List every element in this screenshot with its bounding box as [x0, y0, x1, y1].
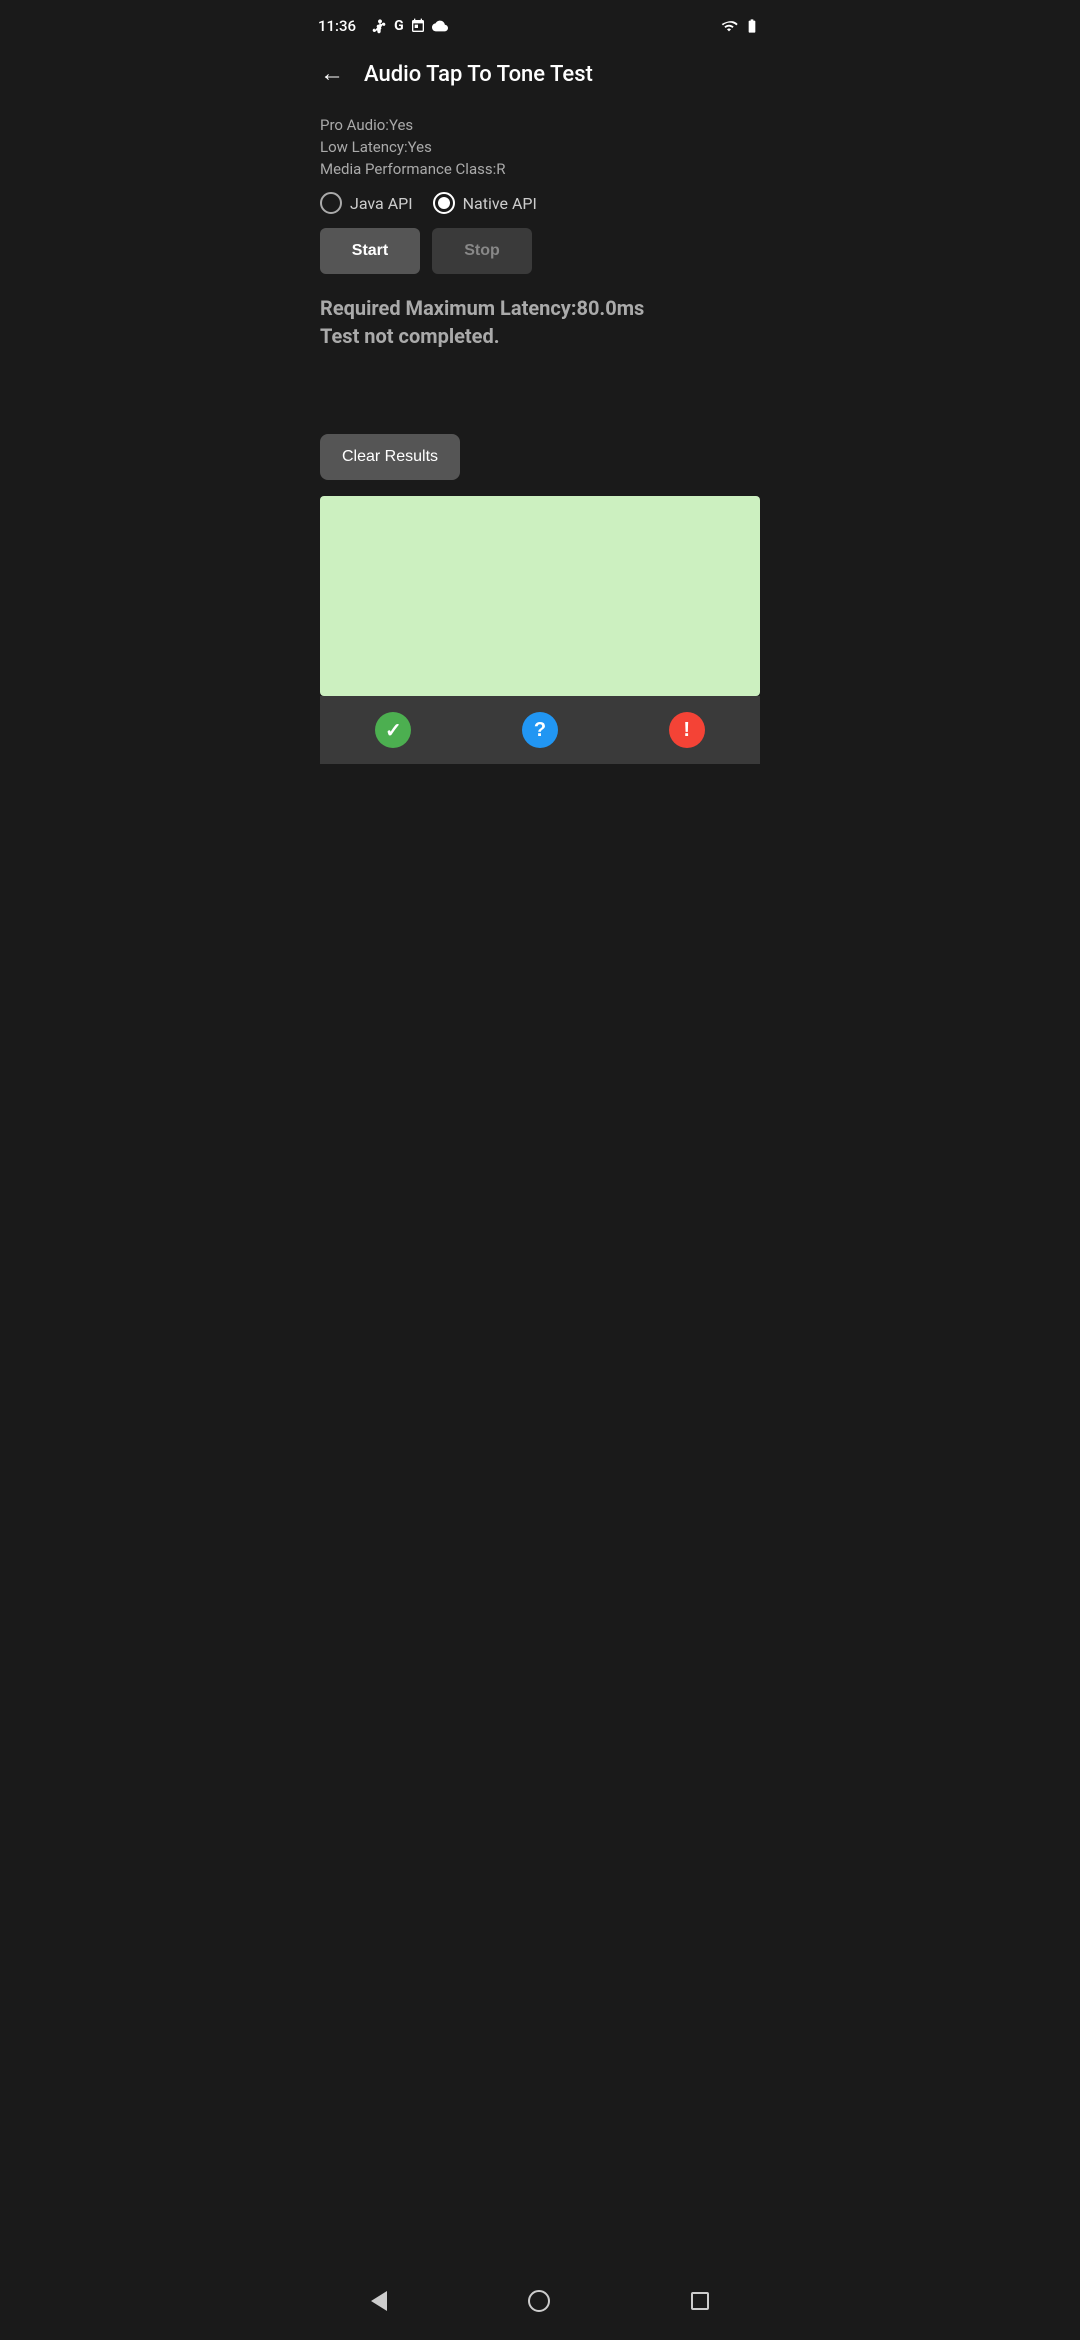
spacer [320, 374, 760, 434]
start-button[interactable]: Start [320, 228, 420, 274]
status-icons-right [720, 18, 762, 34]
action-buttons-row: Start Stop [320, 228, 760, 274]
native-api-label: Native API [463, 194, 537, 213]
result-text: Required Maximum Latency:80.0ms Test not… [320, 294, 760, 350]
media-perf-label: Media Performance Class:R [320, 160, 760, 178]
info-icon: ? [522, 712, 558, 748]
java-api-radio[interactable] [320, 192, 342, 214]
nav-recents-button[interactable] [671, 2284, 729, 2318]
warning-icon: ! [669, 712, 705, 748]
cloud-icon [432, 18, 448, 34]
api-radio-group: Java API Native API [320, 192, 760, 214]
low-latency-label: Low Latency:Yes [320, 138, 760, 156]
content-area: Pro Audio:Yes Low Latency:Yes Media Perf… [300, 108, 780, 2270]
exclamation-icon: ! [683, 719, 690, 742]
nav-back-button[interactable] [351, 2283, 407, 2319]
pass-icon: ✓ [375, 712, 411, 748]
fan-icon [372, 18, 388, 34]
nav-recents-icon [691, 2292, 709, 2310]
checkmark-icon: ✓ [385, 718, 402, 743]
nav-home-button[interactable] [508, 2282, 570, 2320]
question-icon: ? [534, 719, 546, 742]
google-icon: G [394, 18, 404, 34]
pass-button[interactable]: ✓ [320, 696, 467, 764]
page-title: Audio Tap To Tone Test [364, 62, 593, 87]
status-bar: 11:36 G [300, 0, 780, 48]
battery-icon [742, 18, 762, 34]
toolbar: ← Audio Tap To Tone Test [300, 48, 780, 108]
pro-audio-label: Pro Audio:Yes [320, 116, 760, 134]
wifi-icon [720, 18, 738, 34]
calendar-icon [410, 18, 426, 34]
status-time: 11:36 [318, 17, 356, 35]
result-line2: Test not completed. [320, 322, 760, 350]
nav-home-icon [528, 2290, 550, 2312]
warning-button[interactable]: ! [613, 696, 760, 764]
visualizer-area [320, 496, 760, 696]
native-api-radio-inner [438, 197, 450, 209]
bottom-icons-bar: ✓ ? ! [320, 696, 760, 764]
info-button[interactable]: ? [467, 696, 614, 764]
java-api-option[interactable]: Java API [320, 192, 413, 214]
status-icons-left: G [372, 18, 448, 34]
native-api-option[interactable]: Native API [433, 192, 537, 214]
back-button[interactable]: ← [316, 56, 348, 92]
result-line1: Required Maximum Latency:80.0ms [320, 294, 760, 322]
nav-back-icon [371, 2291, 387, 2311]
nav-bar [300, 2270, 780, 2340]
clear-results-button[interactable]: Clear Results [320, 434, 460, 480]
stop-button[interactable]: Stop [432, 228, 532, 274]
native-api-radio[interactable] [433, 192, 455, 214]
java-api-label: Java API [350, 194, 413, 213]
